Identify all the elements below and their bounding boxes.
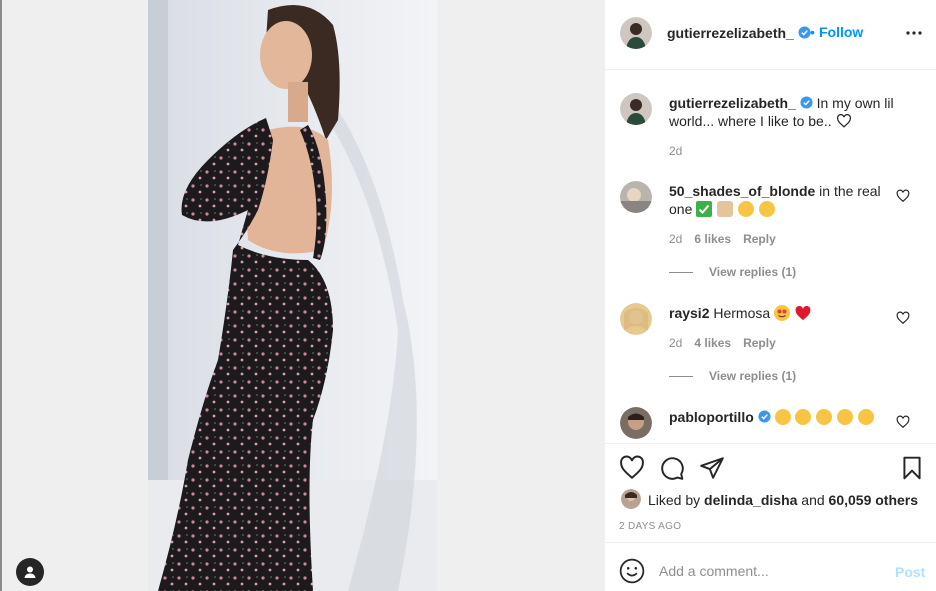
heart-outline-emoji-icon <box>836 113 851 128</box>
emoji-picker-icon[interactable] <box>619 558 645 584</box>
hugging-face-emoji-icon <box>816 409 833 425</box>
caption-time: 2d <box>669 144 683 158</box>
post-media-area <box>0 0 604 591</box>
like-comment-heart-icon[interactable] <box>896 189 910 203</box>
liker-avatar[interactable] <box>621 489 641 509</box>
share-send-icon[interactable] <box>699 455 725 481</box>
commenter-avatar[interactable] <box>620 407 652 439</box>
like-heart-icon[interactable] <box>619 455 645 481</box>
comment-time: 2d <box>669 232 683 246</box>
reply-button[interactable]: Reply <box>743 336 776 350</box>
liked-by-joiner: and <box>801 492 825 508</box>
caption-author-avatar[interactable] <box>620 93 652 125</box>
commenter-avatar[interactable] <box>620 181 652 213</box>
photo-illustration <box>148 0 437 591</box>
comment-text: pabloportillo <box>669 408 894 426</box>
save-bookmark-icon[interactable] <box>899 455 925 481</box>
view-replies-button[interactable]: View replies (1) <box>669 265 796 279</box>
author-username[interactable]: gutierrezelizabeth_ <box>667 25 811 41</box>
comment-item: raysi2 Hermosa 2d 4 likes Reply View repli… <box>605 301 936 401</box>
user-icon <box>24 566 36 578</box>
comment-meta: 2d 4 likes Reply <box>669 336 776 350</box>
reply-button[interactable]: Reply <box>743 232 776 246</box>
hugging-face-emoji-icon <box>837 409 854 425</box>
replies-divider-line <box>669 375 693 377</box>
liked-by-others-link[interactable]: 60,059 others <box>829 492 919 508</box>
comment-item: pabloportillo <box>605 405 936 442</box>
post-side-panel: gutierrezelizabeth_ • Follow gutierrezel… <box>604 0 936 591</box>
verified-badge-icon <box>758 410 771 423</box>
post-photo[interactable] <box>148 0 437 591</box>
comment-username[interactable]: pabloportillo <box>669 409 754 425</box>
post-time-ago: 2 DAYS AGO <box>619 521 682 532</box>
replies-divider-line <box>669 271 693 273</box>
hugging-face-emoji-icon <box>795 409 812 425</box>
comment-body: Hermosa <box>713 305 771 321</box>
liked-by-user-link[interactable]: delinda_disha <box>704 492 797 508</box>
red-heart-emoji-icon <box>795 305 811 321</box>
follow-separator: • <box>810 24 815 40</box>
add-comment-input[interactable] <box>659 559 879 583</box>
comment-username[interactable]: 50_shades_of_blonde <box>669 183 815 199</box>
view-replies-button[interactable]: View replies (1) <box>669 369 796 383</box>
check-mark-emoji-icon <box>696 201 713 217</box>
view-replies-label: View replies (1) <box>709 369 797 383</box>
more-options-button[interactable] <box>905 24 923 42</box>
comment-text: raysi2 Hermosa <box>669 304 894 322</box>
more-options-icon <box>906 31 922 35</box>
post-header: gutierrezelizabeth_ • Follow <box>605 0 936 70</box>
comment-likes[interactable]: 4 likes <box>694 336 731 350</box>
star-eyes-emoji-icon <box>774 305 791 321</box>
liked-by-summary: Liked by delinda_disha and 60,059 others <box>648 492 918 508</box>
caption-text: gutierrezelizabeth_ In my own lil world.… <box>669 94 894 130</box>
comment-item: 50_shades_of_blonde in the real one 2d 6 … <box>605 179 936 279</box>
tongue-face-emoji-icon <box>758 201 775 217</box>
tongue-face-emoji-icon <box>738 201 755 217</box>
post-comment-button[interactable]: Post <box>895 564 925 580</box>
comment-username[interactable]: raysi2 <box>669 305 709 321</box>
author-username-text: gutierrezelizabeth_ <box>667 25 794 41</box>
like-comment-heart-icon[interactable] <box>896 415 910 429</box>
comment-time: 2d <box>669 336 683 350</box>
follow-button[interactable]: Follow <box>819 24 863 40</box>
comment-meta: 2d 6 likes Reply <box>669 232 776 246</box>
tagged-users-button[interactable] <box>16 558 44 586</box>
commenter-avatar[interactable] <box>620 303 652 335</box>
comment-bubble-icon[interactable] <box>659 455 685 481</box>
verified-badge-icon <box>800 96 813 109</box>
verified-badge-icon <box>798 26 811 39</box>
comment-text: 50_shades_of_blonde in the real one <box>669 182 894 218</box>
hugging-face-emoji-icon <box>774 409 791 425</box>
hugging-face-emoji-icon <box>858 409 875 425</box>
post-actions: Liked by delinda_disha and 60,059 others… <box>605 443 936 541</box>
add-comment-bar: Post <box>605 542 936 591</box>
liked-by-prefix: Liked by <box>648 492 701 508</box>
author-avatar[interactable] <box>620 17 652 49</box>
comments-list[interactable]: gutierrezelizabeth_ In my own lil world.… <box>605 71 936 442</box>
comment-likes[interactable]: 6 likes <box>694 232 731 246</box>
hands-emoji-icon <box>717 201 734 217</box>
caption-username[interactable]: gutierrezelizabeth_ <box>669 95 796 111</box>
view-replies-label: View replies (1) <box>709 265 797 279</box>
like-comment-heart-icon[interactable] <box>896 311 910 325</box>
caption-row: gutierrezelizabeth_ In my own lil world.… <box>605 91 936 171</box>
